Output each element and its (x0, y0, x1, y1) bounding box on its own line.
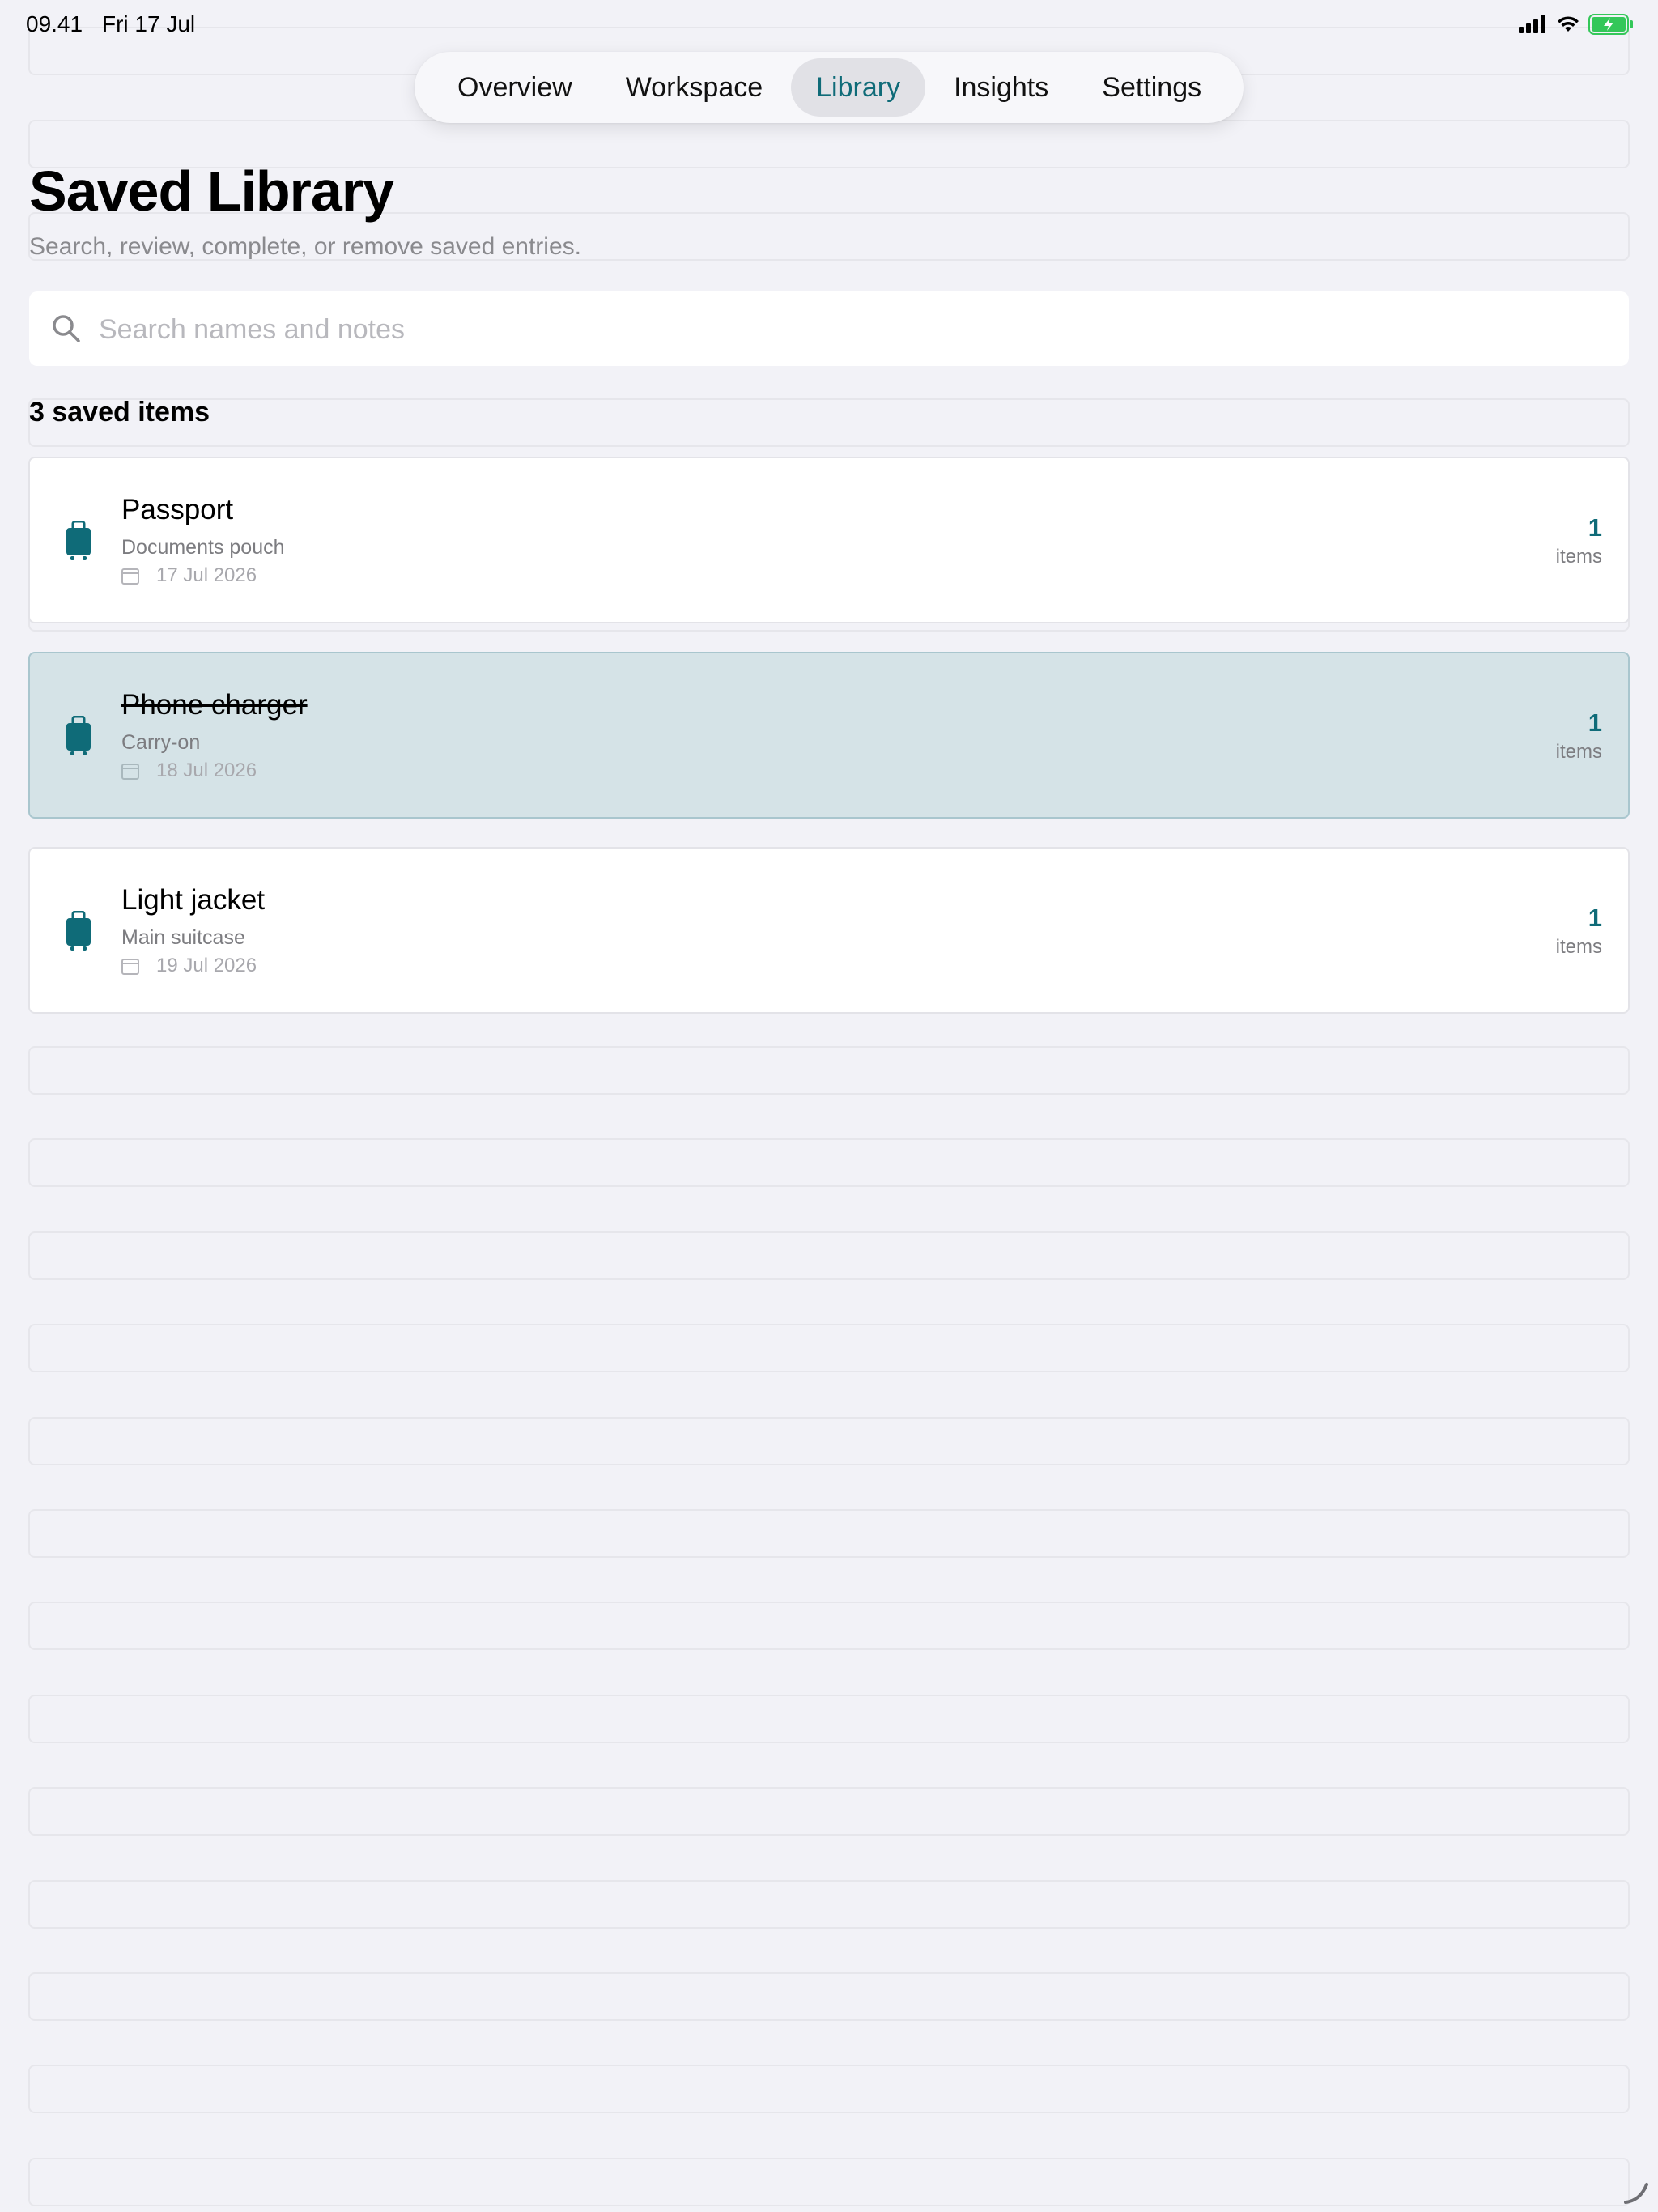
placeholder-row (28, 1046, 1630, 1095)
placeholder-row (28, 1138, 1630, 1187)
placeholder-row (28, 1231, 1630, 1280)
item-title: Phone charger (121, 689, 308, 721)
item-location: Main suitcase (121, 926, 245, 949)
item-count: 1 (1588, 513, 1602, 542)
placeholder-row (28, 1695, 1630, 1743)
calendar-icon (121, 764, 139, 780)
luggage-icon (66, 911, 91, 951)
item-count: 1 (1588, 904, 1602, 932)
item-location: Documents pouch (121, 536, 285, 559)
saved-items-count: 3 saved items (29, 397, 210, 428)
placeholder-row (28, 1602, 1630, 1650)
status-icons (1519, 13, 1634, 36)
item-date: 19 Jul 2026 (156, 955, 257, 976)
placeholder-row (28, 2065, 1630, 2113)
search-bar[interactable] (29, 291, 1629, 368)
list-item[interactable]: Passport Documents pouch 17 Jul 2026 1 i… (28, 457, 1630, 623)
item-date: 18 Jul 2026 (156, 759, 257, 781)
calendar-icon (121, 568, 139, 585)
search-input[interactable] (97, 291, 1606, 368)
status-time: 09.41 (26, 11, 83, 36)
item-count: 1 (1588, 708, 1602, 737)
item-date: 17 Jul 2026 (156, 564, 257, 586)
item-count-unit: items (1555, 936, 1602, 958)
resize-handle-icon[interactable] (1622, 2178, 1650, 2206)
tab-library[interactable]: Library (791, 58, 926, 117)
placeholder-row (28, 1972, 1630, 2021)
item-count-unit: items (1555, 546, 1602, 568)
placeholder-row (28, 1880, 1630, 1929)
item-count-unit: items (1555, 741, 1602, 763)
luggage-icon (66, 521, 91, 560)
search-icon (53, 315, 80, 342)
placeholder-row (28, 398, 1630, 447)
status-bar: 09.41 Fri 17 Jul (0, 0, 1658, 49)
tab-bar: Overview Workspace Library Insights Sett… (414, 52, 1244, 123)
placeholder-row (28, 1509, 1630, 1558)
page-title: Saved Library (29, 160, 394, 223)
list-item[interactable]: Light jacket Main suitcase 19 Jul 2026 1… (28, 847, 1630, 1014)
placeholder-row (28, 1417, 1630, 1465)
item-title: Passport (121, 494, 234, 525)
tab-workspace[interactable]: Workspace (601, 58, 788, 117)
item-title: Light jacket (121, 884, 266, 916)
tab-settings[interactable]: Settings (1077, 58, 1226, 117)
status-date: Fri 17 Jul (102, 11, 196, 36)
battery-charging-icon (1588, 14, 1633, 35)
luggage-icon (66, 716, 91, 755)
calendar-icon (121, 959, 139, 975)
item-location: Carry-on (121, 731, 201, 754)
tab-insights[interactable]: Insights (929, 58, 1073, 117)
wifi-icon (1558, 16, 1579, 32)
placeholder-row (28, 1324, 1630, 1372)
cellular-signal-icon (1519, 15, 1545, 33)
list-item[interactable]: Phone charger Carry-on 18 Jul 2026 1 ite… (28, 652, 1630, 819)
tab-overview[interactable]: Overview (432, 58, 597, 117)
placeholder-row (28, 2158, 1630, 2206)
placeholder-row (28, 1787, 1630, 1836)
page-subtitle: Search, review, complete, or remove save… (29, 233, 581, 260)
